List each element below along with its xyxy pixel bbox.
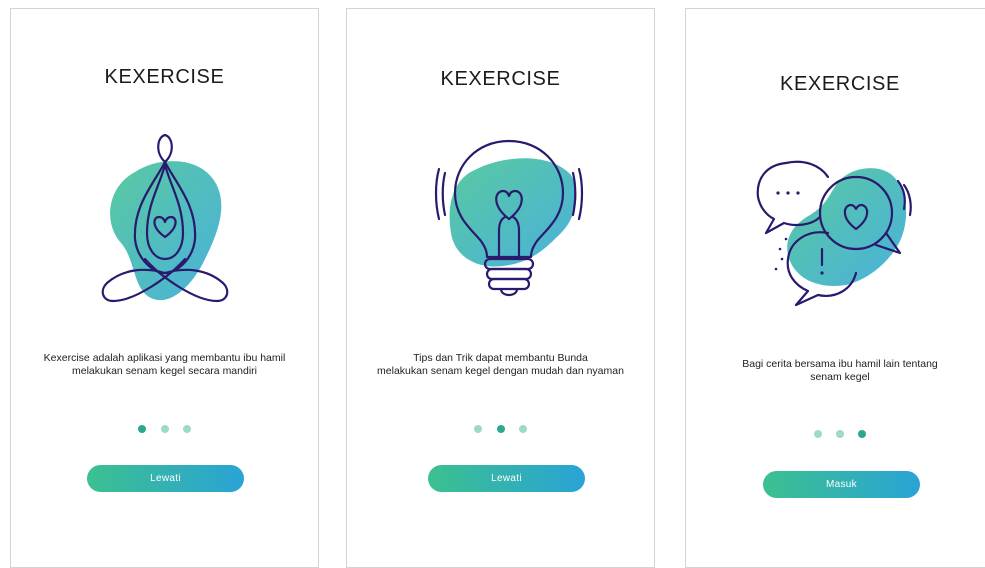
lightbulb-heart-icon: [434, 139, 584, 297]
chat-bubbles-heart-icon: [756, 160, 912, 307]
page-dot-1[interactable]: [474, 424, 483, 433]
page-dot-1[interactable]: [813, 429, 822, 438]
page-dot-2[interactable]: [496, 424, 505, 433]
page-indicator: [11, 420, 318, 433]
description-text: Bagi cerita bersama ibu hamil lain tenta…: [686, 358, 985, 384]
app-title: KEXERCISE: [104, 66, 225, 88]
app-title: KEXERCISE: [440, 68, 561, 90]
description-line: melakukan senam kegel secara mandiri: [71, 365, 257, 377]
skip-button[interactable]: Lewati: [428, 465, 585, 492]
page-dot-1[interactable]: [138, 424, 147, 433]
page-dot-3[interactable]: [182, 424, 191, 433]
description-text: Kexercise adalah aplikasi yang membantu …: [11, 352, 318, 378]
description-line: senam kegel: [810, 371, 870, 383]
description-line: Tips dan Trik dapat membantu Bunda: [413, 352, 588, 364]
description-line: melakukan senam kegel dengan mudah dan n…: [377, 365, 624, 377]
description-text: Tips dan Trik dapat membantu Bunda melak…: [347, 352, 654, 378]
page-dot-3[interactable]: [858, 429, 867, 438]
meditation-heart-icon: [101, 133, 229, 303]
page-dot-2[interactable]: [160, 424, 169, 433]
description-line: Kexercise adalah aplikasi yang membantu …: [43, 352, 286, 364]
page-indicator: [347, 420, 654, 433]
description-line: Bagi cerita bersama ibu hamil lain tenta…: [742, 358, 938, 370]
onboarding-screen-3: KEXERCISE Bagi cerita bersama ibu hamil …: [685, 8, 985, 568]
login-button[interactable]: Masuk: [763, 471, 920, 498]
onboarding-screen-1: KEXERCISE Kexercise adalah aplikasi yang…: [10, 8, 319, 568]
onboarding-screen-2: KEXERCISE Tips dan Trik dapat membantu B…: [346, 8, 655, 568]
app-title: KEXERCISE: [780, 73, 900, 95]
skip-button[interactable]: Lewati: [87, 465, 244, 492]
page-dot-3[interactable]: [518, 424, 527, 433]
page-indicator: [686, 425, 985, 438]
page-dot-2[interactable]: [836, 429, 844, 438]
